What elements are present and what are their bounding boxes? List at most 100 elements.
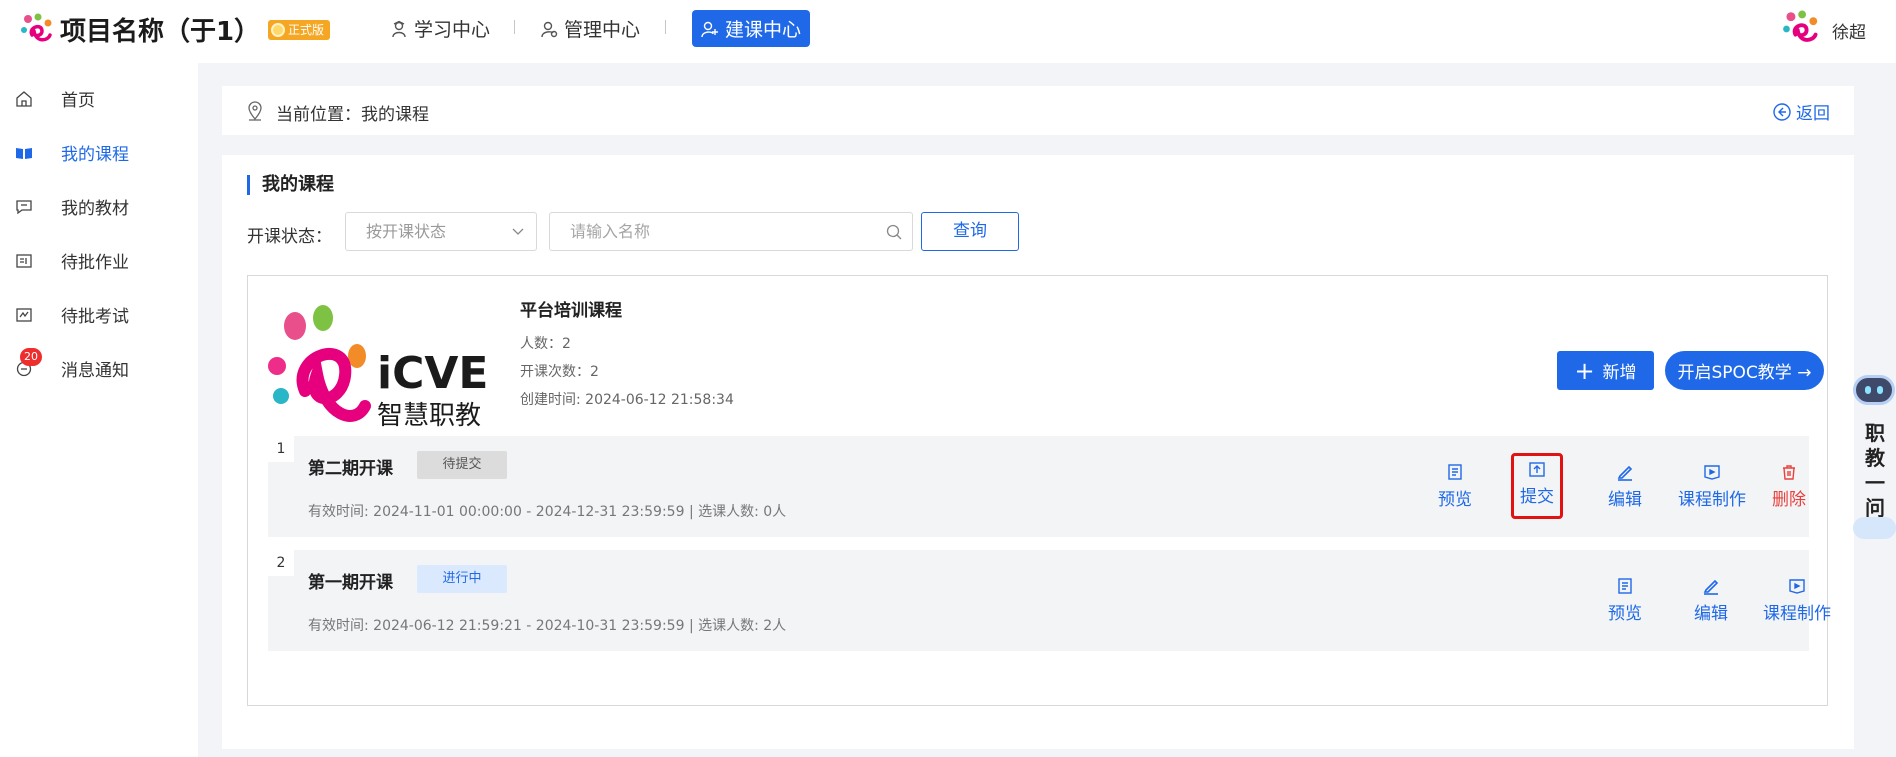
chevron-down-icon: [512, 228, 524, 235]
top-header: 项目名称（于1） 正式版 学习中心 管理中心 建课中心 徐超: [0, 0, 1896, 63]
message-icon: [16, 200, 32, 215]
nav-management-center[interactable]: 管理中心: [540, 10, 640, 47]
plus-icon: +: [1574, 356, 1595, 385]
exam-icon: [16, 308, 32, 322]
user-avatar-icon[interactable]: [1782, 10, 1820, 48]
start-spoc-button[interactable]: 开启SPOC教学 →: [1665, 351, 1824, 390]
course-builder-icon: [701, 21, 718, 37]
breadcrumb: 当前位置：我的课程 返回: [222, 86, 1854, 135]
cloud-icon: [1853, 517, 1896, 539]
session-row: 2 第一期开课 进行中 有效时间: 2024-06-12 21:59:21 - …: [268, 550, 1831, 651]
status-filter-select[interactable]: 按开课状态: [345, 212, 537, 251]
book-icon: [16, 148, 32, 159]
course-production-icon: [1789, 579, 1805, 594]
logo-subtext: 智慧职教: [377, 401, 481, 431]
preview-icon: [1618, 578, 1632, 594]
nav-divider: [514, 20, 515, 34]
query-button[interactable]: 查询: [921, 212, 1019, 251]
my-courses-panel: 我的课程 开课状态： 按开课状态 查询 iCVE 智慧职教 平台培训课程 人数：…: [222, 155, 1854, 749]
session-status-badge: 待提交: [417, 451, 507, 479]
preview-label: 预览: [1608, 604, 1642, 624]
edit-button[interactable]: 编辑: [1676, 573, 1746, 631]
course-name: 平台培训课程: [520, 301, 622, 321]
back-button-label: 返回: [1796, 104, 1830, 124]
edition-badge: 正式版: [268, 20, 331, 40]
course-production-icon: [1704, 465, 1720, 480]
session-row: 1 第二期开课 待提交 有效时间: 2024-11-01 00:00:00 - …: [268, 436, 1809, 537]
sidebar-item-label: 待批作业: [61, 252, 129, 273]
session-name: 第一期开课: [308, 573, 393, 593]
preview-button[interactable]: 预览: [1590, 573, 1660, 631]
project-title: 项目名称（于1）: [60, 17, 261, 47]
nav-course-builder-center-label: 建课中心: [725, 19, 802, 41]
sidebar-item-pending-exams[interactable]: 待批考试: [0, 294, 198, 334]
search-input[interactable]: [550, 213, 880, 250]
upload-icon: [1529, 462, 1545, 477]
nav-learning-center[interactable]: 学习中心: [390, 10, 490, 47]
back-arrow-icon: [1773, 102, 1791, 121]
brand-logo-icon[interactable]: [20, 13, 54, 47]
course-production-button[interactable]: 课程制作: [1669, 459, 1755, 517]
edit-label: 编辑: [1608, 490, 1642, 510]
course-production-button[interactable]: 课程制作: [1754, 573, 1840, 631]
sidebar-item-my-textbooks[interactable]: 我的教材: [0, 186, 198, 226]
medal-icon: [271, 23, 285, 37]
sidebar-item-label: 待批考试: [61, 306, 129, 327]
course-created-time: 创建时间: 2024-06-12 21:58:34: [520, 392, 734, 408]
sidebar-item-notifications[interactable]: 20 消息通知: [0, 348, 198, 388]
status-filter-placeholder: 按开课状态: [366, 222, 447, 241]
nav-course-builder-center[interactable]: 建课中心: [692, 10, 811, 47]
sidebar-item-my-courses[interactable]: 我的课程: [0, 132, 198, 172]
icve-logo-image[interactable]: iCVE 智慧职教: [265, 296, 495, 436]
course-student-count: 人数：2: [520, 336, 571, 352]
search-box: [549, 212, 913, 251]
status-filter-label: 开课状态：: [247, 227, 332, 247]
session-status-badge: 进行中: [417, 565, 507, 593]
back-button[interactable]: 返回: [1772, 99, 1830, 124]
session-index: 1: [268, 436, 294, 462]
session-name: 第二期开课: [308, 459, 393, 479]
notification-count-badge: 20: [20, 348, 42, 366]
edit-pencil-icon: [1617, 465, 1633, 481]
preview-label: 预览: [1438, 490, 1472, 510]
breadcrumb-text: 当前位置：我的课程: [276, 105, 429, 125]
sidebar-item-label: 消息通知: [61, 360, 129, 381]
manager-icon: [541, 21, 558, 37]
course-production-label: 课程制作: [1678, 490, 1746, 510]
nav-learning-center-label: 学习中心: [414, 19, 491, 41]
logo-text: iCVE: [377, 348, 488, 399]
home-icon: [16, 91, 32, 107]
section-title: 我的课程: [247, 175, 334, 195]
preview-button[interactable]: 预览: [1420, 459, 1490, 517]
location-pin-icon: [248, 101, 262, 121]
submit-label: 提交: [1520, 487, 1554, 507]
sidebar-item-label: 首页: [61, 90, 95, 111]
ai-assistant-widget[interactable]: 职教一问: [1853, 345, 1896, 545]
sidebar-item-pending-homework[interactable]: 待批作业: [0, 240, 198, 280]
sidebar: 首页 我的课程 我的教材 待批作业 待批考试 20 消息通知: [0, 63, 198, 757]
preview-icon: [1448, 464, 1462, 480]
nav-divider: [665, 20, 666, 34]
nav-management-center-label: 管理中心: [564, 19, 641, 41]
add-session-label: 新增: [1602, 363, 1637, 383]
add-session-button[interactable]: + 新增: [1557, 351, 1654, 390]
robot-icon: [1853, 375, 1895, 405]
course-card: iCVE 智慧职教 平台培训课程 人数：2 开课次数：2 创建时间: 2024-…: [247, 275, 1831, 706]
homework-icon: [16, 254, 32, 268]
course-session-count: 开课次数：2: [520, 364, 599, 380]
session-info: 有效时间: 2024-11-01 00:00:00 - 2024-12-31 2…: [308, 504, 787, 520]
sidebar-item-home[interactable]: 首页: [0, 78, 198, 118]
trash-icon: [1783, 465, 1795, 480]
sidebar-item-label: 我的课程: [61, 144, 129, 165]
edit-button[interactable]: 编辑: [1590, 459, 1660, 517]
user-name[interactable]: 徐超: [1832, 18, 1866, 43]
delete-button[interactable]: 删除: [1754, 459, 1824, 517]
edit-pencil-icon: [1703, 579, 1719, 595]
sidebar-item-label: 我的教材: [61, 198, 129, 219]
session-index: 2: [268, 550, 294, 576]
submit-button[interactable]: 提交: [1511, 453, 1563, 519]
edition-badge-label: 正式版: [288, 23, 325, 37]
student-icon: [392, 20, 406, 37]
search-icon[interactable]: [886, 224, 902, 240]
course-production-label: 课程制作: [1763, 604, 1831, 624]
